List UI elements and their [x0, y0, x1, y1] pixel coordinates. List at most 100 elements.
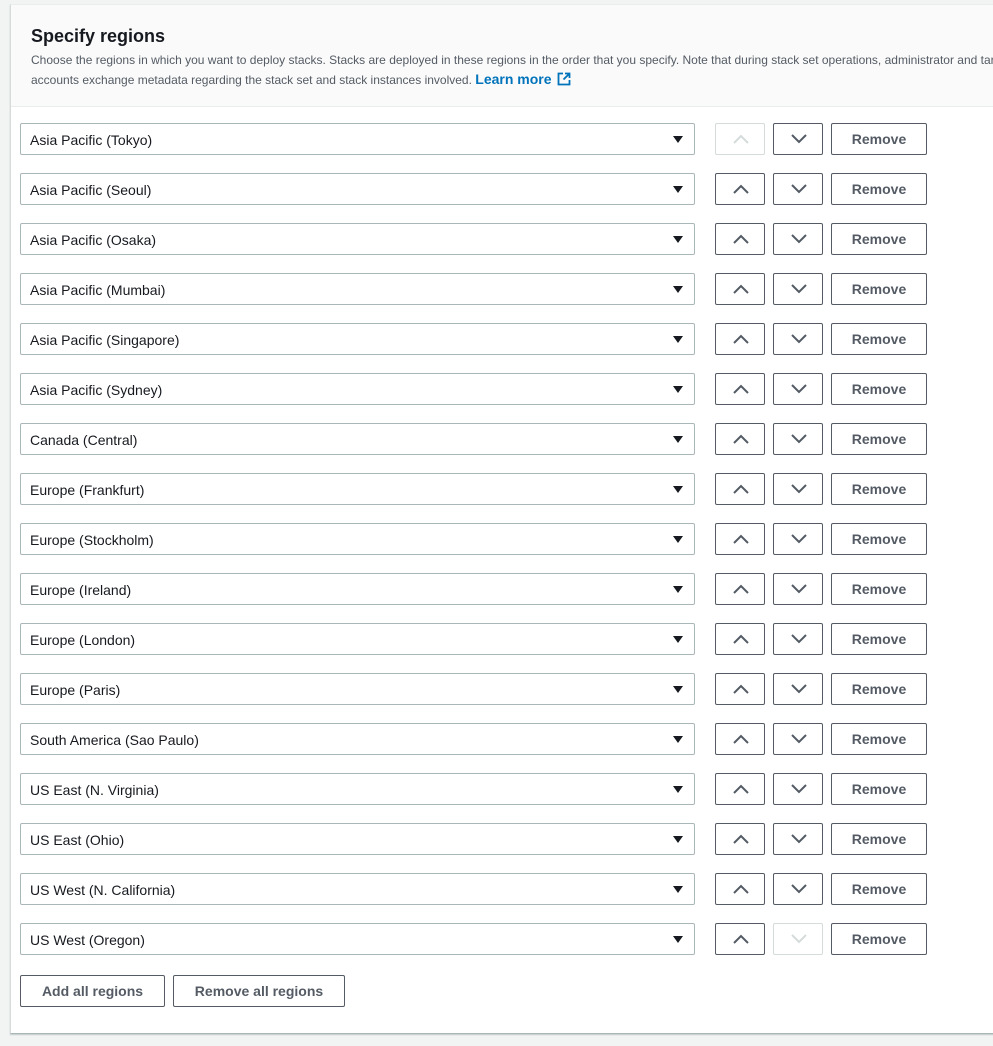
region-select[interactable]: US East (Ohio): [20, 823, 695, 855]
remove-button[interactable]: Remove: [831, 273, 927, 305]
region-select[interactable]: Canada (Central): [20, 423, 695, 455]
chevron-down-icon: [791, 784, 807, 794]
caret-down-icon: [673, 886, 683, 893]
caret-down-icon: [673, 636, 683, 643]
move-down-button[interactable]: [773, 473, 823, 505]
region-select[interactable]: Europe (Paris): [20, 673, 695, 705]
region-select[interactable]: Asia Pacific (Singapore): [20, 323, 695, 355]
remove-button[interactable]: Remove: [831, 873, 927, 905]
remove-all-regions-button[interactable]: Remove all regions: [173, 975, 345, 1007]
region-select[interactable]: Europe (London): [20, 623, 695, 655]
region-select[interactable]: US West (N. California): [20, 873, 695, 905]
remove-button[interactable]: Remove: [831, 523, 927, 555]
move-down-button[interactable]: [773, 723, 823, 755]
move-up-button[interactable]: [715, 473, 765, 505]
move-up-button[interactable]: [715, 673, 765, 705]
region-select-value: Canada (Central): [30, 432, 138, 448]
region-select[interactable]: Asia Pacific (Sydney): [20, 373, 695, 405]
move-up-button[interactable]: [715, 323, 765, 355]
chevron-up-icon: [733, 384, 749, 394]
panel-header: Specify regions Choose the regions in wh…: [11, 5, 993, 107]
move-up-button[interactable]: [715, 373, 765, 405]
chevron-up-icon: [733, 784, 749, 794]
move-down-button[interactable]: [773, 273, 823, 305]
region-select-value: Europe (Paris): [30, 682, 121, 698]
caret-down-icon: [673, 436, 683, 443]
move-up-button[interactable]: [715, 623, 765, 655]
region-select-value: Asia Pacific (Tokyo): [30, 132, 153, 148]
chevron-up-icon: [733, 534, 749, 544]
remove-button[interactable]: Remove: [831, 573, 927, 605]
move-down-button[interactable]: [773, 373, 823, 405]
remove-button[interactable]: Remove: [831, 723, 927, 755]
chevron-down-icon: [791, 934, 807, 944]
chevron-up-icon: [733, 284, 749, 294]
move-down-button[interactable]: [773, 873, 823, 905]
chevron-up-icon: [733, 484, 749, 494]
move-up-button[interactable]: [715, 273, 765, 305]
move-down-button[interactable]: [773, 623, 823, 655]
move-up-button[interactable]: [715, 823, 765, 855]
move-down-button[interactable]: [773, 223, 823, 255]
chevron-down-icon: [791, 134, 807, 144]
region-select[interactable]: Asia Pacific (Seoul): [20, 173, 695, 205]
region-select[interactable]: Europe (Ireland): [20, 573, 695, 605]
remove-button[interactable]: Remove: [831, 123, 927, 155]
chevron-down-icon: [791, 434, 807, 444]
chevron-up-icon: [733, 734, 749, 744]
remove-button[interactable]: Remove: [831, 373, 927, 405]
remove-button[interactable]: Remove: [831, 473, 927, 505]
move-up-button[interactable]: [715, 173, 765, 205]
move-down-button[interactable]: [773, 823, 823, 855]
remove-button[interactable]: Remove: [831, 223, 927, 255]
move-down-button[interactable]: [773, 423, 823, 455]
remove-button[interactable]: Remove: [831, 423, 927, 455]
caret-down-icon: [673, 786, 683, 793]
move-up-button[interactable]: [715, 873, 765, 905]
panel-description: Choose the regions in which you want to …: [31, 51, 993, 91]
region-select-value: US East (N. Virginia): [30, 782, 159, 798]
move-down-button[interactable]: [773, 323, 823, 355]
move-up-button[interactable]: [715, 923, 765, 955]
remove-button[interactable]: Remove: [831, 173, 927, 205]
move-down-button[interactable]: [773, 573, 823, 605]
chevron-down-icon: [791, 184, 807, 194]
move-up-button[interactable]: [715, 223, 765, 255]
remove-button[interactable]: Remove: [831, 923, 927, 955]
remove-button[interactable]: Remove: [831, 823, 927, 855]
add-all-regions-button[interactable]: Add all regions: [20, 975, 165, 1007]
move-up-button[interactable]: [715, 123, 765, 155]
caret-down-icon: [673, 686, 683, 693]
move-up-button[interactable]: [715, 423, 765, 455]
region-select[interactable]: Europe (Stockholm): [20, 523, 695, 555]
move-down-button[interactable]: [773, 923, 823, 955]
move-down-button[interactable]: [773, 773, 823, 805]
region-select[interactable]: Asia Pacific (Mumbai): [20, 273, 695, 305]
move-up-button[interactable]: [715, 773, 765, 805]
move-up-button[interactable]: [715, 573, 765, 605]
region-select[interactable]: US East (N. Virginia): [20, 773, 695, 805]
chevron-down-icon: [791, 684, 807, 694]
move-up-button[interactable]: [715, 723, 765, 755]
learn-more-link[interactable]: Learn more: [475, 71, 571, 87]
region-select[interactable]: South America (Sao Paulo): [20, 723, 695, 755]
region-select-value: Asia Pacific (Seoul): [30, 182, 152, 198]
region-select[interactable]: Asia Pacific (Tokyo): [20, 123, 695, 155]
region-select[interactable]: Asia Pacific (Osaka): [20, 223, 695, 255]
move-up-button[interactable]: [715, 523, 765, 555]
move-down-button[interactable]: [773, 523, 823, 555]
remove-button[interactable]: Remove: [831, 623, 927, 655]
chevron-up-icon: [733, 884, 749, 894]
remove-button[interactable]: Remove: [831, 673, 927, 705]
chevron-up-icon: [733, 434, 749, 444]
remove-button[interactable]: Remove: [831, 323, 927, 355]
move-down-button[interactable]: [773, 173, 823, 205]
chevron-down-icon: [791, 634, 807, 644]
move-down-button[interactable]: [773, 673, 823, 705]
region-select[interactable]: Europe (Frankfurt): [20, 473, 695, 505]
remove-button[interactable]: Remove: [831, 773, 927, 805]
move-down-button[interactable]: [773, 123, 823, 155]
caret-down-icon: [673, 336, 683, 343]
region-select[interactable]: US West (Oregon): [20, 923, 695, 955]
chevron-down-icon: [791, 834, 807, 844]
